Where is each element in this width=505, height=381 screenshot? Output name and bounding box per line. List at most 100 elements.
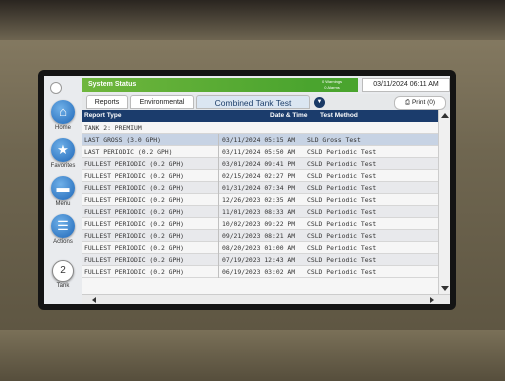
cell-date-time: 03/01/2024 09:41 PM xyxy=(222,160,296,168)
bezel-bottom xyxy=(0,330,505,381)
col-report-type[interactable]: Report Type xyxy=(84,110,121,122)
column-divider xyxy=(218,230,219,242)
nav-menu-label: Menu xyxy=(55,201,71,207)
nav-tank-label: Tank xyxy=(56,283,70,289)
table-row[interactable]: FULLEST PERIODIC (0.2 GPH) 12/26/2023 02… xyxy=(82,194,438,206)
cell-test-method: CSLD Periodic Test xyxy=(307,196,377,204)
status-indicator-icon xyxy=(50,82,62,94)
star-icon: ★ xyxy=(51,138,75,162)
system-status-button[interactable]: System Status xyxy=(82,78,312,92)
alarm-summary[interactable]: 0 Warnings 0 Alarms xyxy=(306,78,358,92)
cell-test-method: CSLD Periodic Test xyxy=(307,160,377,168)
cell-test-method: CSLD Periodic Test xyxy=(307,220,377,228)
table-row[interactable]: FULLEST PERIODIC (0.2 GPH) 03/01/2024 09… xyxy=(82,158,438,170)
cell-report-type: FULLEST PERIODIC (0.2 GPH) xyxy=(84,208,185,216)
table-row[interactable]: FULLEST PERIODIC (0.2 GPH) 10/02/2023 09… xyxy=(82,218,438,230)
table-row[interactable]: FULLEST PERIODIC (0.2 GPH) 07/19/2023 12… xyxy=(82,254,438,266)
nav-actions-label: Actions xyxy=(53,239,73,245)
cell-test-method: CSLD Periodic Test xyxy=(307,184,377,192)
print-label: Print (0) xyxy=(411,99,436,106)
group-label: TANK 2: PREMIUM xyxy=(84,124,142,132)
nav-favorites[interactable]: ★ Favorites xyxy=(44,138,82,169)
scroll-down-icon[interactable] xyxy=(441,286,449,291)
tank-number-badge: 2 xyxy=(52,260,74,282)
cell-date-time: 03/11/2024 05:50 AM xyxy=(222,148,296,156)
cell-report-type: FULLEST PERIODIC (0.2 GPH) xyxy=(84,220,185,228)
table-row[interactable]: FULLEST PERIODIC (0.2 GPH) 08/20/2023 01… xyxy=(82,242,438,254)
cell-date-time: 10/02/2023 09:22 PM xyxy=(222,220,296,228)
bezel-shadow xyxy=(0,0,505,40)
cell-test-method: SLD Gross Test xyxy=(307,136,361,144)
table-row[interactable]: FULLEST PERIODIC (0.2 GPH) 11/01/2023 08… xyxy=(82,206,438,218)
cell-test-method: CSLD Periodic Test xyxy=(307,244,377,252)
cell-test-method: CSLD Periodic Test xyxy=(307,268,377,276)
cell-date-time: 11/01/2023 08:33 AM xyxy=(222,208,296,216)
table-row[interactable]: FULLEST PERIODIC (0.2 GPH) 02/15/2024 02… xyxy=(82,170,438,182)
nav-favorites-label: Favorites xyxy=(50,163,76,169)
table-row[interactable]: FULLEST PERIODIC (0.2 GPH) 09/21/2023 08… xyxy=(82,230,438,242)
cell-report-type: FULLEST PERIODIC (0.2 GPH) xyxy=(84,160,185,168)
cell-date-time: 12/26/2023 02:35 AM xyxy=(222,196,296,204)
cell-report-type: FULLEST PERIODIC (0.2 GPH) xyxy=(84,268,185,276)
column-divider xyxy=(218,170,219,182)
column-divider xyxy=(218,206,219,218)
cell-test-method: CSLD Periodic Test xyxy=(307,256,377,264)
table-header: Report Type Date & Time Test Method xyxy=(82,110,438,122)
tab-combined-tank-test[interactable]: Combined Tank Test xyxy=(196,95,310,109)
cell-test-method: CSLD Periodic Test xyxy=(307,232,377,240)
alarms-count: 0 Alarms xyxy=(324,85,340,90)
home-icon: ⌂ xyxy=(51,100,75,124)
top-bar: System Status 0 Warnings 0 Alarms 03/11/… xyxy=(82,76,450,94)
column-divider xyxy=(218,242,219,254)
tab-environmental[interactable]: Environmental xyxy=(130,95,194,109)
cell-date-time: 02/15/2024 02:27 PM xyxy=(222,172,296,180)
cell-date-time: 09/21/2023 08:21 AM xyxy=(222,232,296,240)
column-divider xyxy=(218,254,219,266)
cell-report-type: LAST GROSS (3.0 GPH) xyxy=(84,136,161,144)
column-divider xyxy=(218,134,219,146)
column-divider xyxy=(218,266,219,278)
cell-test-method: CSLD Periodic Test xyxy=(307,172,377,180)
scroll-up-icon[interactable] xyxy=(441,113,449,118)
cell-date-time: 08/20/2023 01:00 AM xyxy=(222,244,296,252)
nav-home-label: Home xyxy=(54,125,71,131)
scroll-left-icon[interactable] xyxy=(92,297,96,303)
tab-reports[interactable]: Reports xyxy=(86,95,128,109)
cell-date-time: 03/11/2024 05:15 AM xyxy=(222,136,296,144)
cell-report-type: FULLEST PERIODIC (0.2 GPH) xyxy=(84,244,185,252)
date-time-display: 03/11/2024 06:11 AM xyxy=(362,78,450,92)
cell-test-method: CSLD Periodic Test xyxy=(307,148,377,156)
cell-date-time: 07/19/2023 12:43 AM xyxy=(222,256,296,264)
cell-test-method: CSLD Periodic Test xyxy=(307,208,377,216)
table-row[interactable]: LAST GROSS (3.0 GPH) 03/11/2024 05:15 AM… xyxy=(82,134,438,146)
touch-screen: ⌂ Home ★ Favorites ▬ Menu ☰ Actions 2 Ta… xyxy=(44,76,450,304)
column-divider xyxy=(218,218,219,230)
cell-report-type: FULLEST PERIODIC (0.2 GPH) xyxy=(84,232,185,240)
column-divider xyxy=(218,158,219,170)
printer-icon: ⎙ xyxy=(404,99,411,106)
print-button[interactable]: ⎙ Print (0) xyxy=(394,96,446,110)
menu-icon: ▬ xyxy=(51,176,75,200)
group-row: TANK 2: PREMIUM xyxy=(82,122,438,134)
tab-bar: Reports Environmental Combined Tank Test… xyxy=(82,94,450,110)
nav-home[interactable]: ⌂ Home xyxy=(44,100,82,131)
table-row[interactable]: FULLEST PERIODIC (0.2 GPH) 06/19/2023 03… xyxy=(82,266,438,278)
scroll-right-icon[interactable] xyxy=(430,297,434,303)
cell-report-type: FULLEST PERIODIC (0.2 GPH) xyxy=(84,196,185,204)
col-date-time[interactable]: Date & Time xyxy=(270,110,307,122)
nav-actions[interactable]: ☰ Actions xyxy=(44,214,82,245)
chevron-down-icon[interactable]: ▼ xyxy=(314,97,325,108)
cell-report-type: FULLEST PERIODIC (0.2 GPH) xyxy=(84,256,185,264)
column-divider xyxy=(218,194,219,206)
table-row[interactable]: LAST PERIODIC (0.2 GPH) 03/11/2024 05:50… xyxy=(82,146,438,158)
cell-report-type: FULLEST PERIODIC (0.2 GPH) xyxy=(84,172,185,180)
table-row[interactable]: FULLEST PERIODIC (0.2 GPH) 01/31/2024 07… xyxy=(82,182,438,194)
nav-menu[interactable]: ▬ Menu xyxy=(44,176,82,207)
column-divider xyxy=(218,146,219,158)
col-test-method[interactable]: Test Method xyxy=(320,110,358,122)
nav-tank[interactable]: 2 Tank xyxy=(44,260,82,289)
vertical-scrollbar[interactable] xyxy=(438,110,450,294)
horizontal-scrollbar[interactable] xyxy=(82,294,450,304)
left-nav: ⌂ Home ★ Favorites ▬ Menu ☰ Actions 2 Ta… xyxy=(44,76,83,304)
list-icon: ☰ xyxy=(51,214,75,238)
